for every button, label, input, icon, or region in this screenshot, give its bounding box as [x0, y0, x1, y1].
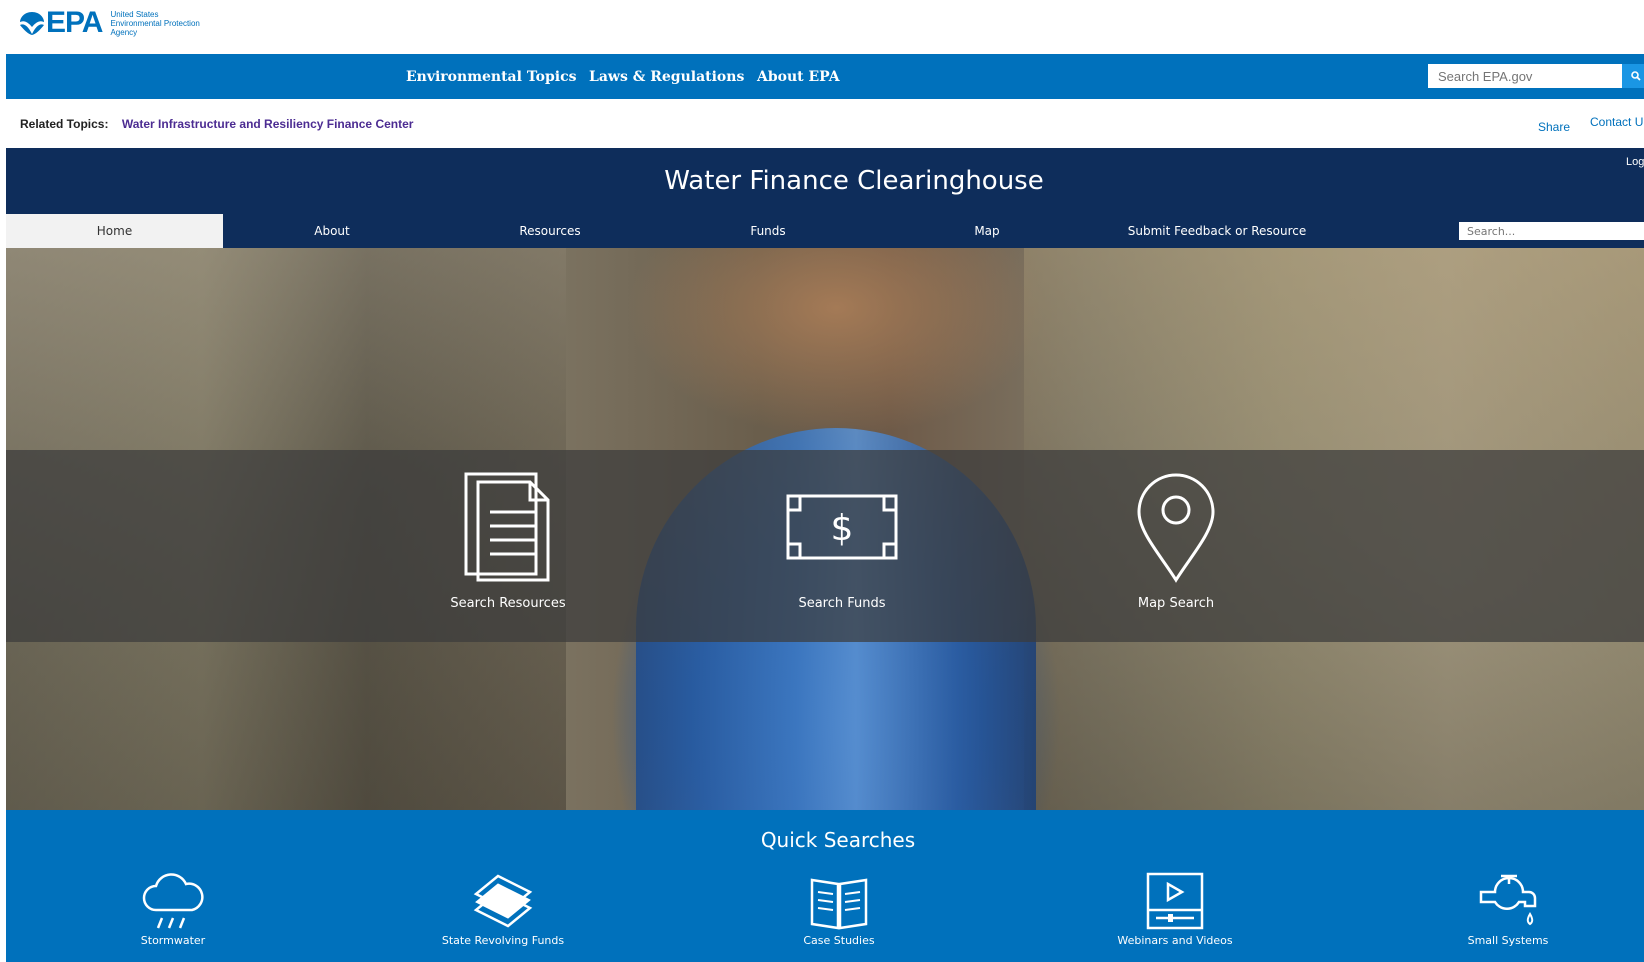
video-player-icon [1146, 872, 1204, 930]
nav-environmental-topics[interactable]: Environmental Topics [406, 69, 577, 85]
nav-about-epa[interactable]: About EPA [757, 69, 840, 85]
document-icon [464, 472, 550, 582]
quick-case-studies[interactable]: Case Studies [729, 872, 949, 947]
quick-stormwater-label: Stormwater [140, 934, 206, 947]
epa-search-input[interactable] [1428, 64, 1622, 88]
rain-cloud-icon [142, 873, 204, 929]
hero-image: Search Resources $ Search Funds Map Sear… [6, 248, 1644, 810]
book-icon [810, 878, 868, 930]
search-resources-label: Search Resources [450, 596, 566, 611]
map-search-action[interactable]: Map Search [1056, 468, 1296, 611]
dollar-bill-icon: $ [786, 494, 898, 560]
app-tab-bar: Home About Resources Funds Map Submit Fe… [6, 214, 1644, 248]
quick-stormwater[interactable]: Stormwater [63, 872, 283, 947]
tab-submit-feedback[interactable]: Submit Feedback or Resource [1097, 214, 1337, 248]
epa-logo-mark: EPA [18, 6, 103, 40]
faucet-icon [1479, 874, 1537, 926]
epa-flower-icon [20, 12, 44, 35]
tab-map[interactable]: Map [877, 214, 1097, 248]
epa-logo[interactable]: EPA United States Environmental Protecti… [18, 6, 200, 40]
search-icon [1631, 71, 1641, 81]
related-topics: Related Topics: Water Infrastructure and… [20, 117, 413, 131]
map-search-label: Map Search [1137, 596, 1215, 611]
quick-case-studies-label: Case Studies [803, 934, 875, 947]
quick-srf-label: State Revolving Funds [441, 934, 565, 947]
share-link[interactable]: Share [1538, 120, 1570, 134]
quick-webinars-label: Webinars and Videos [1117, 934, 1233, 947]
svg-text:$: $ [831, 508, 854, 549]
epa-main-nav: Environmental Topics Laws & Regulations … [6, 54, 1644, 99]
tab-funds[interactable]: Funds [659, 214, 877, 248]
map-pin-icon [1137, 473, 1215, 583]
money-stack-icon [473, 874, 533, 928]
search-funds-action[interactable]: $ Search Funds [722, 468, 962, 611]
app-header: Water Finance Clearinghouse Log [6, 148, 1644, 214]
quick-state-revolving-funds[interactable]: State Revolving Funds [393, 872, 613, 947]
related-topic-link[interactable]: Water Infrastructure and Resiliency Fina… [122, 117, 414, 131]
app-title: Water Finance Clearinghouse [664, 166, 1044, 196]
app-search-input[interactable] [1459, 222, 1644, 240]
epa-search-button[interactable] [1622, 64, 1644, 88]
related-topics-label: Related Topics: [20, 117, 109, 131]
contact-us-link[interactable]: Contact U [1590, 115, 1643, 129]
search-resources-action[interactable]: Search Resources [388, 468, 628, 611]
agency-name: United States Environmental Protection A… [110, 9, 200, 37]
quick-webinars-videos[interactable]: Webinars and Videos [1065, 872, 1285, 947]
quick-small-systems[interactable]: Small Systems [1398, 872, 1618, 947]
tab-home[interactable]: Home [6, 214, 223, 248]
quick-searches-title: Quick Searches [760, 828, 916, 852]
tab-resources[interactable]: Resources [441, 214, 659, 248]
search-funds-label: Search Funds [798, 596, 886, 611]
hero-actions-overlay: Search Resources $ Search Funds Map Sear… [6, 450, 1644, 642]
nav-laws-regulations[interactable]: Laws & Regulations [589, 69, 744, 85]
tab-about[interactable]: About [223, 214, 441, 248]
quick-small-systems-label: Small Systems [1467, 934, 1549, 947]
quick-searches: Quick Searches Stormwater State Revolvin… [6, 810, 1644, 962]
login-link[interactable]: Log [1626, 156, 1644, 168]
